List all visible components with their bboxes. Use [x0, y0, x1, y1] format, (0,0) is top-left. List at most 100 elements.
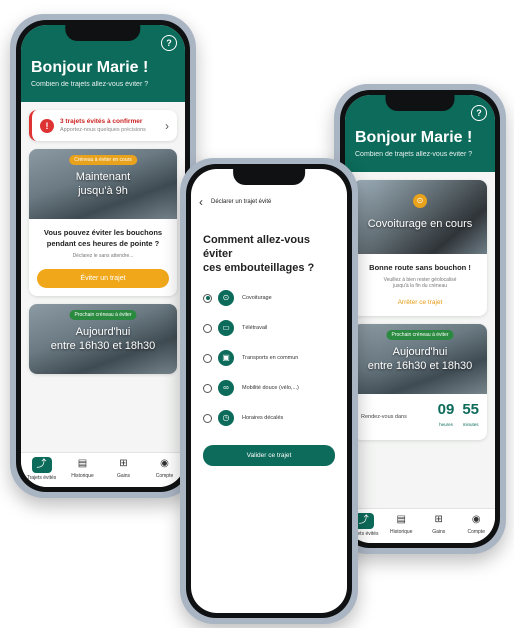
- card-text: Bonne route sans bouchon !: [369, 263, 471, 272]
- hours-value: 09: [437, 401, 455, 418]
- route-icon: ⤴: [31, 457, 52, 473]
- option-transports[interactable]: ▣ Transports en commun: [191, 343, 347, 373]
- car-icon: ⊙: [413, 194, 427, 208]
- tab-label: Historique: [389, 529, 413, 535]
- bus-icon: ▣: [218, 350, 234, 366]
- phone-bezel: ? Bonjour Marie ! Combien de trajets all…: [340, 90, 500, 548]
- carpool-card: ⊙ Covoiturage en cours Bonne route sans …: [353, 180, 487, 316]
- carpool-status: Covoiturage en cours: [367, 218, 473, 230]
- help-icon[interactable]: ?: [161, 35, 177, 51]
- traffic-image: Prochain créneau à éviter Aujourd'hui en…: [29, 304, 177, 374]
- bike-icon: ∞: [218, 380, 234, 396]
- radio-button[interactable]: [203, 383, 212, 393]
- alert-subtitle: Apportez-nous quelques précisions: [60, 127, 146, 133]
- tab-gains[interactable]: ⊞ Gains: [103, 453, 144, 487]
- header-subtitle: Combien de trajets allez-vous éviter ?: [31, 81, 149, 88]
- pending-trips-alert[interactable]: ! 3 trajets évités à confirmer Apportez-…: [29, 110, 177, 141]
- tab-label: Gains: [116, 473, 131, 479]
- chevron-right-icon: ›: [165, 118, 169, 133]
- slot-time-line2: entre 16h30 et 18h30: [50, 340, 156, 352]
- phone-right: ? Bonjour Marie ! Combien de trajets all…: [334, 84, 506, 554]
- notch: [65, 25, 141, 41]
- question-line1: Comment allez-vous éviter: [203, 234, 310, 260]
- clock-icon: ◷: [218, 410, 234, 426]
- next-slot-card: Prochain créneau à éviter Aujourd'hui en…: [353, 324, 487, 440]
- countdown-label: Rendez-vous dans: [361, 414, 407, 420]
- minutes-unit: minutes: [462, 422, 479, 427]
- phone-screen: ? Bonjour Marie ! Combien de trajets all…: [345, 95, 495, 543]
- phone-bezel: ? Bonjour Marie ! Combien de trajets all…: [16, 20, 190, 492]
- status-badge: Prochain créneau à éviter: [386, 330, 454, 340]
- tab-historique[interactable]: ▤ Historique: [62, 453, 103, 487]
- gift-icon: ⊞: [434, 514, 443, 525]
- status-badge: Prochain créneau à éviter: [69, 310, 137, 320]
- phone-screen: ‹ Déclarer un trajet évité Comment allez…: [191, 169, 347, 613]
- slot-time-line1: Maintenant: [75, 171, 131, 183]
- option-mobilite-douce[interactable]: ∞ Mobilité douce (vélo,...): [191, 373, 347, 403]
- tab-label: Compte: [467, 529, 485, 535]
- page-title: Déclarer un trajet évité: [211, 199, 272, 205]
- card-text-line2: pendant ces heures de pointe ?: [46, 239, 160, 248]
- slot-time-line2: entre 16h30 et 18h30: [367, 360, 473, 372]
- countdown-minutes: 55 minutes: [462, 402, 479, 432]
- hours-unit: heures: [439, 422, 453, 427]
- validate-trip-button[interactable]: Valider ce trajet: [203, 445, 335, 466]
- user-icon: ◉: [160, 458, 169, 469]
- laptop-icon: ▭: [218, 320, 234, 336]
- header-subtitle: Combien de trajets allez-vous éviter ?: [355, 151, 473, 158]
- option-label: Covoiturage: [242, 295, 272, 301]
- radio-button[interactable]: [203, 353, 212, 363]
- current-slot-card: Créneau à éviter en cours Maintenant jus…: [29, 149, 177, 296]
- traffic-image: Créneau à éviter en cours Maintenant jus…: [29, 149, 177, 219]
- tab-label: Gains: [432, 529, 446, 535]
- option-label: Télétravail: [242, 325, 268, 331]
- car-icon: ⊙: [218, 290, 234, 306]
- next-slot-card: Prochain créneau à éviter Aujourd'hui en…: [29, 304, 177, 374]
- avoid-trip-button[interactable]: Éviter un trajet: [37, 269, 169, 288]
- tab-compte[interactable]: ◉ Compte: [458, 509, 496, 543]
- countdown-hours: 09 heures: [438, 402, 455, 432]
- phone-screen: ? Bonjour Marie ! Combien de trajets all…: [21, 25, 185, 487]
- greeting: Bonjour Marie !: [31, 59, 149, 76]
- tab-compte[interactable]: ◉ Compte: [144, 453, 185, 487]
- phone-center: ‹ Déclarer un trajet évité Comment allez…: [180, 158, 358, 624]
- minutes-value: 55: [462, 401, 479, 418]
- phone-bezel: ‹ Déclarer un trajet évité Comment allez…: [186, 164, 352, 618]
- warning-icon: !: [40, 118, 54, 133]
- gift-icon: ⊞: [119, 458, 128, 469]
- help-icon[interactable]: ?: [471, 105, 487, 121]
- option-label: Horaires décalés: [242, 415, 284, 421]
- greeting: Bonjour Marie !: [355, 129, 473, 146]
- option-horaires-decales[interactable]: ◷ Horaires décalés: [191, 403, 347, 433]
- card-hint: Déclarez le sans attendre...: [72, 253, 134, 259]
- notch: [233, 169, 305, 185]
- radio-button[interactable]: [203, 323, 212, 333]
- tab-label: Historique: [71, 473, 94, 479]
- tab-label: Compte: [155, 473, 174, 479]
- slot-time-line1: Aujourd'hui: [75, 326, 131, 338]
- option-label: Transports en commun: [242, 355, 299, 361]
- traffic-image: Prochain créneau à éviter Aujourd'hui en…: [353, 324, 487, 394]
- countdown: Rendez-vous dans 09 heures 55 minutes: [353, 394, 487, 440]
- tab-bar: ⤴ Trajets évités ▤ Historique ⊞ Gains ◉ Comp…: [345, 508, 495, 543]
- slot-time-line2: jusqu'à 9h: [78, 185, 128, 197]
- tab-bar: ⤴ Trajets évités ▤ Historique ⊞ Gains ◉ Comp…: [21, 452, 185, 487]
- radio-button[interactable]: [203, 413, 212, 423]
- card-text-line1: Vous pouvez éviter les bouchons: [43, 228, 163, 237]
- stop-trip-link[interactable]: Arrêter ce trajet: [353, 295, 487, 316]
- tab-historique[interactable]: ▤ Historique: [383, 509, 421, 543]
- document-icon: ▤: [77, 458, 88, 469]
- back-arrow-icon[interactable]: ‹: [199, 195, 203, 209]
- option-teletravail[interactable]: ▭ Télétravail: [191, 313, 347, 343]
- card-hint-line2: jusqu'à la fin du créneau: [392, 283, 448, 289]
- tab-gains[interactable]: ⊞ Gains: [420, 509, 458, 543]
- option-label: Mobilité douce (vélo,...): [242, 385, 299, 391]
- option-covoiturage[interactable]: ⊙ Covoiturage: [191, 283, 347, 313]
- tab-label: Trajets évités: [26, 475, 57, 481]
- document-icon: ▤: [396, 514, 406, 525]
- notch: [385, 95, 455, 111]
- status-badge: Créneau à éviter en cours: [69, 155, 137, 165]
- radio-button[interactable]: [203, 293, 212, 303]
- phone-left: ? Bonjour Marie ! Combien de trajets all…: [10, 14, 196, 498]
- tab-trajets-evites[interactable]: ⤴ Trajets évités: [21, 453, 62, 487]
